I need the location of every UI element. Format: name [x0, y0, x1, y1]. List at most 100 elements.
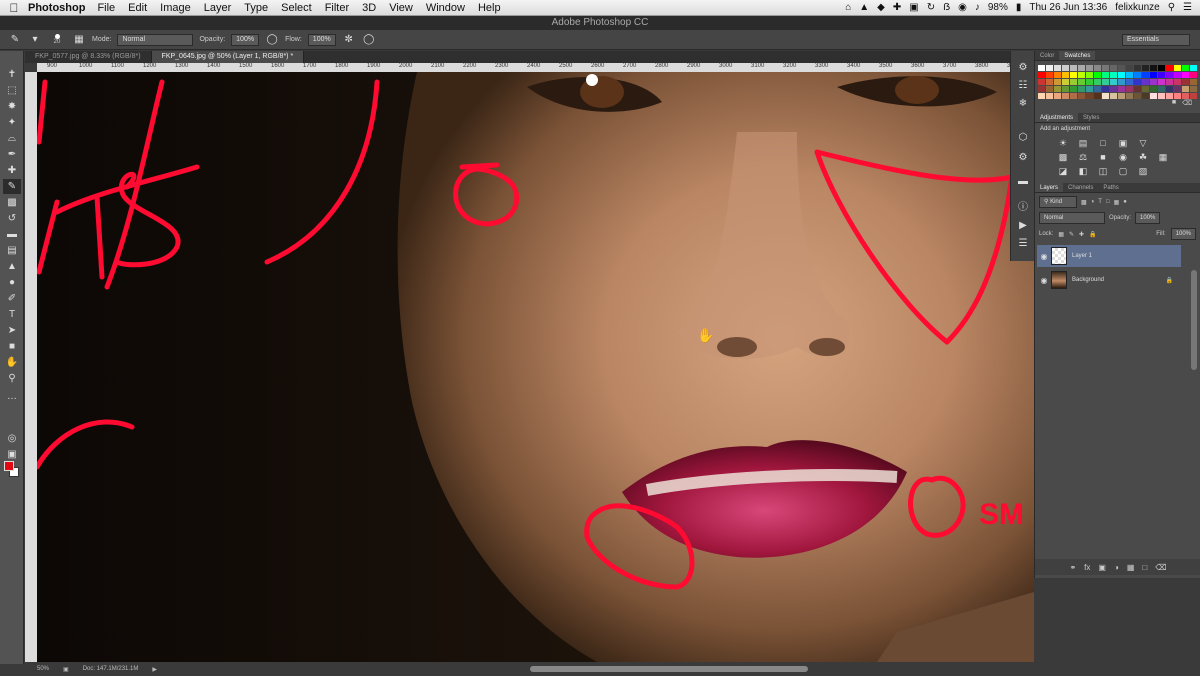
mask-icon[interactable]: ▣ [1098, 563, 1106, 572]
measurement-icon[interactable]: ▬ [1015, 175, 1031, 189]
menu-help[interactable]: Help [478, 2, 501, 14]
trash-icon[interactable]: ⌫ [1155, 563, 1166, 572]
apple-icon[interactable]:  [0, 1, 28, 15]
posterize-icon[interactable]: ◧ [1077, 165, 1089, 177]
swatch[interactable] [1070, 86, 1077, 92]
hue-saturation-icon[interactable]: ▩ [1057, 151, 1069, 163]
swatch[interactable] [1174, 65, 1181, 71]
photo-filter-icon[interactable]: ◉ [1117, 151, 1129, 163]
swatch[interactable] [1086, 93, 1093, 99]
threshold-icon[interactable]: ◫ [1097, 165, 1109, 177]
gradient-tool-icon[interactable]: ▤ [3, 243, 21, 258]
swatch[interactable] [1078, 93, 1085, 99]
healing-brush-tool-icon[interactable]: ✚ [3, 163, 21, 178]
folder-icon[interactable]: ▦ [1127, 563, 1135, 572]
search-icon[interactable]: ⚲ [1168, 2, 1175, 13]
swatch[interactable] [1182, 86, 1189, 92]
swatch[interactable] [1070, 79, 1077, 85]
dropbox-icon[interactable]: ◆ [877, 2, 885, 13]
channel-mixer-icon[interactable]: ☘ [1137, 151, 1149, 163]
app-menu[interactable]: Photoshop [28, 2, 85, 14]
zoom-tool-icon[interactable]: ⚲ [3, 371, 21, 386]
swatch[interactable] [1078, 65, 1085, 71]
swatch[interactable] [1150, 86, 1157, 92]
brush-presets-icon[interactable]: ❄ [1015, 97, 1031, 111]
horizontal-scrollbar[interactable] [530, 666, 808, 672]
swatch[interactable] [1094, 79, 1101, 85]
swatch[interactable] [1062, 79, 1069, 85]
swatch[interactable] [1166, 86, 1173, 92]
eye-icon[interactable]: ◉ [1037, 276, 1051, 285]
paragraph-icon[interactable]: ☰ [1015, 237, 1031, 251]
swatch[interactable] [1046, 93, 1053, 99]
swatch[interactable] [1070, 93, 1077, 99]
export-icon[interactable]: ▣ [63, 666, 69, 673]
swatch[interactable] [1102, 65, 1109, 71]
swatch[interactable] [1150, 72, 1157, 78]
swatch[interactable] [1094, 93, 1101, 99]
filter-smart-icon[interactable]: ▦ [1114, 199, 1120, 206]
swatch[interactable] [1182, 79, 1189, 85]
pen-tool-icon[interactable]: ✐ [3, 291, 21, 306]
swatch[interactable] [1046, 72, 1053, 78]
pressure-size-icon[interactable]: ◯ [362, 33, 376, 47]
swatch[interactable] [1046, 79, 1053, 85]
history-brush-tool-icon[interactable]: ↺ [3, 211, 21, 226]
swatch[interactable] [1038, 79, 1045, 85]
new-layer-icon[interactable]: □ [1142, 563, 1147, 572]
swatch[interactable] [1054, 72, 1061, 78]
swatch[interactable] [1062, 65, 1069, 71]
tab-channels[interactable]: Channels [1063, 183, 1098, 192]
eyedropper-tool-icon[interactable]: ✒ [3, 147, 21, 162]
swatch[interactable] [1046, 65, 1053, 71]
tab-document-1[interactable]: FKP_0577.jpg @ 8.33% (RGB/8*) [25, 51, 152, 63]
lock-all-icon[interactable]: 🔒 [1089, 231, 1096, 238]
selective-color-icon[interactable]: ▢ [1117, 165, 1129, 177]
swatch[interactable] [1166, 79, 1173, 85]
swatch[interactable] [1150, 79, 1157, 85]
wifi-icon[interactable]: ◉ [958, 2, 967, 13]
adjustment-layer-icon[interactable]: ◑ [1114, 563, 1119, 572]
timeline-icon[interactable]: ⚙ [1015, 151, 1031, 165]
airbrush-icon[interactable]: ✼ [342, 33, 356, 47]
swatch[interactable] [1118, 65, 1125, 71]
swatch[interactable] [1102, 93, 1109, 99]
swatch[interactable] [1174, 79, 1181, 85]
battery-icon[interactable]: ▮ [1016, 2, 1022, 13]
vibrance-icon[interactable]: ▽ [1137, 137, 1149, 149]
mode-select[interactable]: Normal [117, 33, 194, 46]
swatch[interactable] [1158, 86, 1165, 92]
volume-icon[interactable]: ♪ [975, 2, 980, 13]
info-icon[interactable]: ⓘ [1015, 201, 1031, 215]
swatch[interactable] [1086, 72, 1093, 78]
swatch[interactable] [1070, 65, 1077, 71]
screen-mode-icon[interactable]: ▣ [3, 447, 21, 462]
sync-icon[interactable]: ↻ [927, 2, 935, 13]
more-tools-icon[interactable]: … [3, 389, 21, 404]
swatch[interactable] [1062, 72, 1069, 78]
tab-paths[interactable]: Paths [1098, 183, 1123, 192]
swatch[interactable] [1054, 65, 1061, 71]
menu-view[interactable]: View [389, 2, 413, 14]
swatch[interactable] [1078, 79, 1085, 85]
swatch[interactable] [1190, 65, 1197, 71]
eraser-tool-icon[interactable]: ▬ [3, 227, 21, 242]
swatch[interactable] [1094, 72, 1101, 78]
swatch[interactable] [1158, 72, 1165, 78]
tab-document-2[interactable]: FKP_0645.jpg @ 50% (Layer 1, RGB/8*) * [151, 51, 305, 63]
filter-adjustment-icon[interactable]: ◑ [1091, 199, 1095, 205]
clone-stamp-tool-icon[interactable]: ▩ [3, 195, 21, 210]
notifications-icon[interactable]: ☰ [1183, 2, 1192, 13]
eye-icon[interactable]: ◉ [1037, 252, 1051, 261]
opacity-field[interactable]: 100% [231, 33, 260, 46]
brush-panel-icon[interactable]: ▦ [72, 33, 86, 47]
menu-file[interactable]: File [97, 2, 115, 14]
swatch[interactable] [1110, 72, 1117, 78]
swatch[interactable] [1182, 72, 1189, 78]
swatch[interactable] [1038, 65, 1045, 71]
swatch[interactable] [1134, 86, 1141, 92]
marquee-tool-icon[interactable]: ⬚ [3, 83, 21, 98]
menu-select[interactable]: Select [281, 2, 312, 14]
swatch[interactable] [1062, 86, 1069, 92]
tab-color[interactable]: Color [1035, 51, 1059, 60]
